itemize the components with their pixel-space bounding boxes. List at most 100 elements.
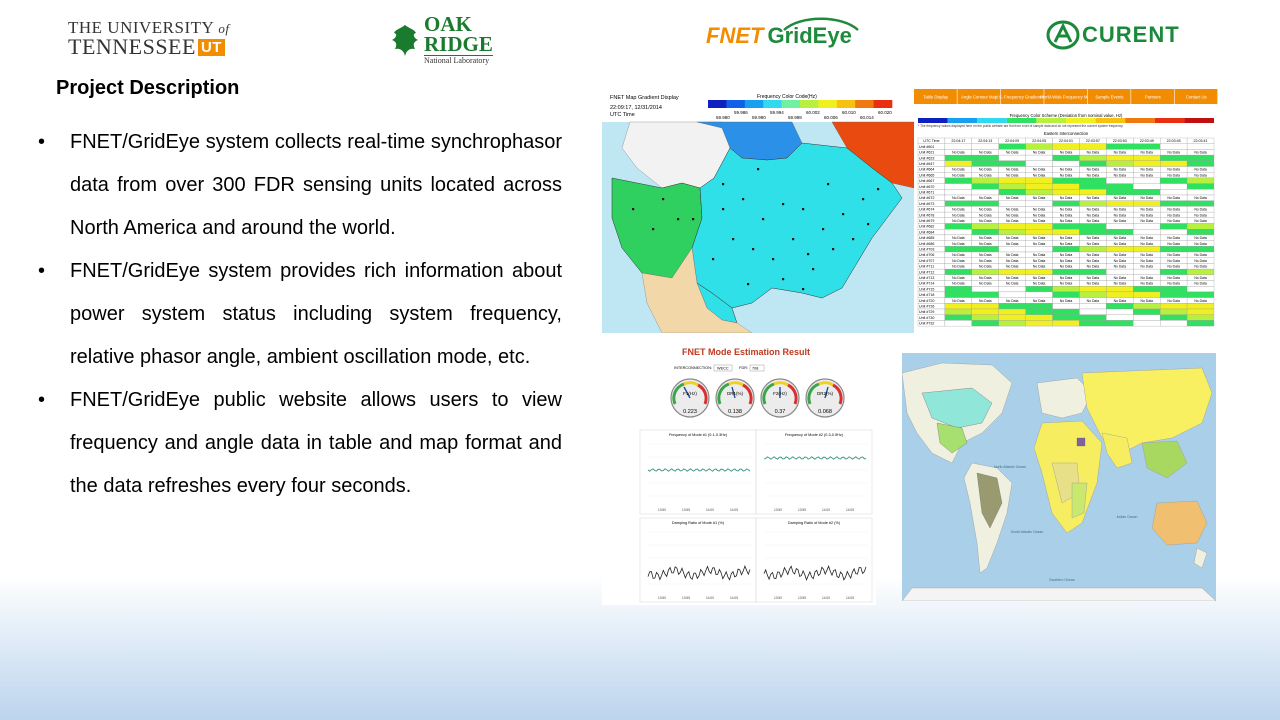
bullet-list: FNET/GridEye system collects real-time s… bbox=[38, 121, 562, 508]
table-cell bbox=[1133, 223, 1161, 230]
table-cell bbox=[1186, 229, 1215, 236]
mode-chart-tick: 14:00 bbox=[822, 596, 830, 600]
table-header: 22:04:13 bbox=[978, 139, 992, 143]
table-cell-text: No Data bbox=[1087, 151, 1100, 155]
table-cell-text: No Data bbox=[1060, 236, 1073, 240]
scheme-title: Frequency Color Scheme (Deviation from n… bbox=[1010, 113, 1123, 118]
table-cell-text: No Data bbox=[1167, 282, 1180, 286]
fdr-marker bbox=[812, 268, 815, 271]
table-cell bbox=[1106, 229, 1134, 236]
table-cell bbox=[1160, 189, 1188, 196]
table-cell bbox=[1052, 160, 1080, 167]
table-cell bbox=[1186, 177, 1215, 184]
oak-ridge-logo: OAK RIDGE National Laboratory bbox=[390, 14, 493, 64]
table-cell-text: No Data bbox=[1167, 299, 1180, 303]
table-cell-text: No Data bbox=[979, 242, 992, 246]
table-cell-text: No Data bbox=[1194, 282, 1207, 286]
table-cell-text: No Data bbox=[1087, 253, 1100, 257]
table-cell bbox=[998, 229, 1026, 236]
table-cell-text: No Data bbox=[1087, 299, 1100, 303]
fdr-marker bbox=[752, 248, 755, 251]
fdr-marker bbox=[722, 183, 725, 186]
table-row-label: Unit #715 bbox=[919, 287, 934, 291]
fdr-marker bbox=[722, 208, 725, 211]
table-cell bbox=[944, 189, 972, 196]
table-cell bbox=[1025, 246, 1053, 253]
fdr-marker bbox=[757, 168, 760, 171]
table-cell bbox=[944, 160, 972, 167]
legend-tick: 59.980 bbox=[716, 115, 730, 120]
table-cell-text: No Data bbox=[1114, 151, 1127, 155]
table-cell bbox=[1133, 143, 1161, 150]
frequency-gradient-map-image: FNET Map Gradient Display 22:09:17, 12/3… bbox=[602, 88, 914, 333]
table-cell bbox=[944, 303, 972, 310]
table-cell-text: No Data bbox=[1087, 208, 1100, 212]
table-cell bbox=[1052, 314, 1080, 321]
bullet-item: FNET/GridEye system collects real-time s… bbox=[38, 121, 562, 250]
fdr-marker bbox=[827, 183, 830, 186]
table-cell bbox=[1106, 268, 1134, 275]
table-cell-text: No Data bbox=[1087, 259, 1100, 263]
table-cell bbox=[1160, 229, 1188, 236]
gauge-label: F2(Hz) bbox=[773, 391, 787, 396]
table-cell bbox=[1133, 154, 1161, 161]
table-cell bbox=[1106, 154, 1134, 161]
table-cell bbox=[1160, 246, 1188, 253]
table-cell bbox=[1025, 154, 1053, 161]
table-cell bbox=[1186, 160, 1215, 167]
table-cell bbox=[1106, 308, 1134, 315]
fdr-marker bbox=[632, 208, 635, 211]
fdr-marker bbox=[747, 283, 750, 286]
table-cell bbox=[971, 246, 999, 253]
mode-chart-tick: 13:55 bbox=[682, 508, 690, 512]
table-cell bbox=[1133, 229, 1161, 236]
table-cell bbox=[1133, 160, 1161, 167]
table-cell bbox=[1079, 143, 1107, 150]
legend-tick: 60.014 bbox=[860, 115, 874, 120]
table-cell bbox=[1025, 286, 1053, 293]
world-map-svg: North Atlantic Ocean South Atlantic Ocea… bbox=[902, 353, 1216, 601]
table-cell bbox=[1025, 143, 1053, 150]
mode-chart-tick: 14:05 bbox=[730, 508, 738, 512]
legend-tick: 60.020 bbox=[878, 110, 892, 115]
table-cell-text: No Data bbox=[979, 276, 992, 280]
table-cell-text: No Data bbox=[952, 259, 965, 263]
table-cell bbox=[1160, 183, 1188, 190]
table-cell-text: No Data bbox=[1167, 213, 1180, 217]
table-cell bbox=[1160, 143, 1188, 150]
table-cell bbox=[1186, 291, 1215, 298]
table-cell bbox=[1186, 200, 1215, 207]
ut-logo-of: of bbox=[218, 20, 230, 36]
table-cell-text: No Data bbox=[1167, 236, 1180, 240]
table-cell-text: No Data bbox=[979, 196, 992, 200]
mode-chart-tick: 13:50 bbox=[774, 596, 782, 600]
gauge-label: F1(Hz) bbox=[683, 391, 697, 396]
table-cell bbox=[971, 183, 999, 190]
table-cell-text: No Data bbox=[952, 168, 965, 172]
table-cell-text: No Data bbox=[1114, 259, 1127, 263]
table-cell bbox=[1106, 143, 1134, 150]
interconnection-value: WECC bbox=[717, 367, 729, 371]
table-cell bbox=[998, 183, 1026, 190]
table-cell bbox=[1079, 200, 1107, 207]
scheme-swatch bbox=[1154, 118, 1185, 123]
table-cell-text: No Data bbox=[1087, 265, 1100, 269]
fdr-marker bbox=[802, 288, 805, 291]
table-cell bbox=[1052, 268, 1080, 275]
interconnection-label: INTERCONNECTION: bbox=[674, 366, 712, 370]
nav-tab-label: Partners bbox=[1145, 95, 1161, 100]
table-cell bbox=[971, 154, 999, 161]
table-cell bbox=[1052, 246, 1080, 253]
scheme-swatch bbox=[977, 118, 1007, 123]
mode-chart-tick: 14:05 bbox=[846, 596, 854, 600]
legend-swatch bbox=[708, 100, 727, 108]
table-cell-text: No Data bbox=[1141, 213, 1154, 217]
fdr-marker bbox=[742, 198, 745, 201]
site-nav-bar[interactable]: Table Display Angle Contour MapU.S. Frequ… bbox=[914, 89, 1218, 104]
mode-chart-tick: 13:50 bbox=[658, 508, 666, 512]
table-cell-text: No Data bbox=[1087, 282, 1100, 286]
table-cell-text: No Data bbox=[1060, 242, 1073, 246]
table-cell bbox=[1025, 229, 1053, 236]
table-cell bbox=[1025, 268, 1053, 275]
table-cell-text: No Data bbox=[1114, 208, 1127, 212]
